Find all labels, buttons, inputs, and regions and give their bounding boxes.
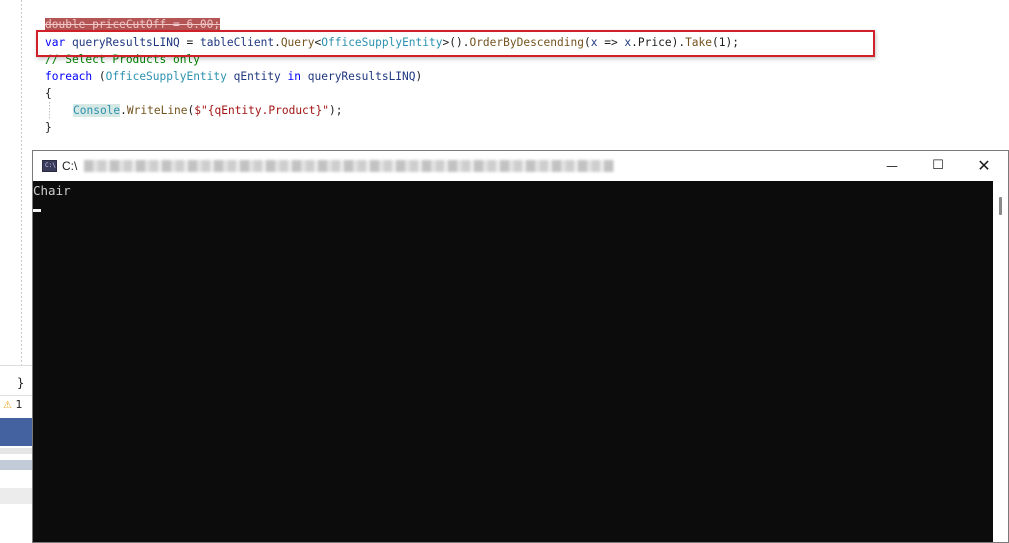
pane-strip — [0, 488, 33, 504]
console-window[interactable]: C:\ C:\ — ☐ ✕ Chair — [32, 150, 1009, 543]
pane-brace: } — [17, 376, 25, 390]
iterator-name: qEntity — [233, 70, 281, 83]
vs-side-pane: } ⚠ 1 — [0, 365, 33, 543]
pane-separator — [0, 395, 33, 396]
maximize-button[interactable]: ☐ — [915, 151, 961, 181]
console-output-text: Chair — [33, 183, 71, 198]
collection-name: queryResultsLINQ — [307, 70, 416, 83]
redacted-path — [84, 160, 614, 172]
scroll-thumb[interactable] — [999, 197, 1002, 215]
code-line-writeline[interactable]: Console.WriteLine($"{qEntity.Product}"); — [73, 103, 342, 119]
console-app-icon: C:\ — [42, 160, 57, 172]
pane-selected-bar — [0, 418, 33, 446]
code-line-close-brace[interactable]: } — [45, 120, 52, 136]
warning-icon: ⚠ — [3, 400, 12, 411]
pane-strip — [0, 460, 33, 470]
text-cursor — [33, 209, 41, 212]
class-console: Console — [73, 104, 121, 117]
console-output-area[interactable]: Chair — [33, 181, 993, 542]
minimize-button[interactable]: — — [869, 151, 915, 181]
console-scrollbar[interactable] — [993, 181, 1008, 542]
paren-close: ) — [415, 70, 423, 83]
keyword-foreach: foreach — [45, 70, 93, 83]
editor-margin-divider — [21, 0, 22, 365]
open-brace: { — [45, 87, 52, 100]
dot: . — [120, 104, 127, 117]
code-line-foreach[interactable]: foreach (OfficeSupplyEntity qEntity in q… — [45, 69, 422, 85]
indent-guide — [49, 102, 50, 120]
console-titlebar[interactable]: C:\ C:\ — ☐ ✕ — [33, 151, 1008, 181]
interpolated-string: $"{qEntity.Product}" — [194, 104, 329, 117]
pane-strip — [0, 448, 33, 454]
warning-count: 1 — [15, 398, 23, 411]
keyword-in: in — [280, 70, 308, 83]
code-line-open-brace[interactable]: { — [45, 86, 52, 102]
close-brace: } — [45, 121, 52, 134]
warning-indicator[interactable]: ⚠ 1 — [3, 398, 22, 411]
close-button[interactable]: ✕ — [961, 151, 1007, 181]
highlight-annotation-box — [36, 30, 875, 57]
console-title: C:\ — [62, 159, 78, 173]
paren-open: ( — [92, 70, 106, 83]
type-name: OfficeSupplyEntity — [105, 70, 227, 83]
call-end: ); — [329, 104, 343, 117]
method-writeline: WriteLine — [126, 104, 188, 117]
